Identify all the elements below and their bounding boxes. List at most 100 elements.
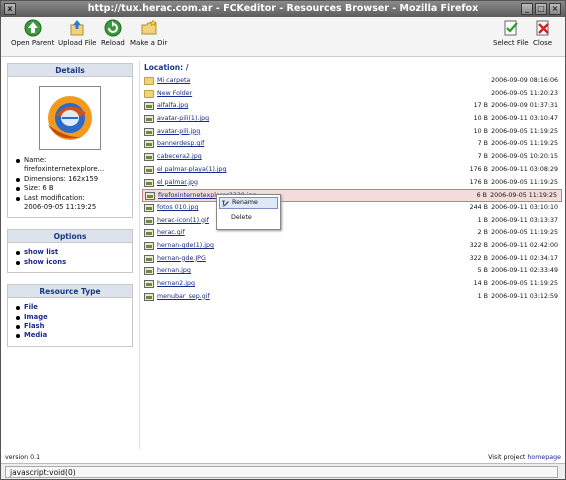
file-name[interactable]: hernan-gde(1).jpg bbox=[157, 242, 214, 249]
resource-type-heading: Resource Type bbox=[8, 285, 132, 299]
file-row[interactable]: fotos 010.jpg 244 B 2006-09-11 03:10:10 bbox=[142, 202, 562, 215]
details-heading: Details bbox=[8, 64, 132, 77]
make-dir-label: Make a Dir bbox=[130, 39, 168, 47]
file-name[interactable]: el palmar-playa(1).jpg bbox=[157, 166, 227, 173]
file-row[interactable]: hernan2.jpg 14 B 2006-09-05 11:19:25 bbox=[142, 278, 562, 291]
reload-icon bbox=[104, 19, 122, 37]
resource-type-media[interactable]: Media bbox=[24, 331, 47, 339]
file-name[interactable]: hernan2.jpg bbox=[157, 280, 195, 287]
file-name[interactable]: New Folder bbox=[157, 90, 192, 97]
file-date: 2006-09-11 02:33:49 bbox=[491, 267, 558, 275]
resource-type-flash[interactable]: Flash bbox=[24, 322, 44, 330]
footer: version 0.1 Visit project homepage bbox=[1, 451, 565, 463]
maximize-icon[interactable]: □ bbox=[535, 3, 547, 15]
sidebar: Details Name: firefoxinternetexplore... bbox=[7, 63, 133, 358]
file-size: 1 B bbox=[477, 216, 488, 224]
visit-project-text: Visit project bbox=[488, 454, 526, 461]
window-close-icon[interactable]: × bbox=[549, 3, 561, 15]
file-size: 10 B bbox=[473, 127, 488, 135]
image-file-icon bbox=[144, 292, 154, 301]
status-text: javascript:void(0) bbox=[5, 466, 558, 478]
file-name[interactable]: avatar-pili.jpg bbox=[157, 128, 200, 135]
file-date: 2006-09-11 03:12:59 bbox=[491, 292, 558, 300]
file-date: 2006-09-11 02:34:17 bbox=[491, 254, 558, 262]
detail-name-value: firefoxinternetexplore... bbox=[24, 165, 105, 174]
file-size: 14 B bbox=[473, 280, 488, 287]
image-file-icon bbox=[144, 203, 154, 212]
file-name[interactable]: hernan-gde.JPG bbox=[157, 255, 206, 262]
browser-window: x http://tux.herac.com.ar - FCKeditor - … bbox=[0, 0, 566, 480]
file-size: 322 B bbox=[469, 241, 488, 249]
rename-menu-item[interactable]: Rename bbox=[219, 197, 278, 209]
file-name[interactable]: herac.gif bbox=[157, 229, 185, 236]
file-row[interactable]: menubar_sep.gif 1 B 2006-09-11 03:12:59 bbox=[142, 291, 562, 304]
file-row[interactable]: alfalfa.jpg 17 B 2006-09-09 01:37:31 bbox=[142, 100, 562, 113]
file-name[interactable]: el palmar.jpg bbox=[157, 179, 198, 186]
file-size: 5 B bbox=[477, 267, 488, 275]
file-name[interactable]: cabecera2.jpg bbox=[157, 153, 202, 160]
image-file-icon bbox=[144, 216, 154, 225]
file-date: 2006-09-05 11:19:25 bbox=[491, 229, 558, 237]
folder-icon bbox=[144, 77, 154, 85]
folder-row[interactable]: Mi carpeta 2006-09-09 08:16:06 bbox=[142, 75, 562, 88]
image-preview bbox=[39, 86, 101, 150]
window-menu-icon[interactable]: x bbox=[4, 3, 16, 15]
show-icons-link[interactable]: show icons bbox=[24, 258, 66, 266]
image-file-icon bbox=[144, 153, 154, 162]
open-parent-button[interactable]: Open Parent bbox=[11, 19, 54, 47]
file-name[interactable]: avatar-pili(1).jpg bbox=[157, 115, 209, 122]
file-name[interactable]: menubar_sep.gif bbox=[157, 293, 210, 300]
file-row[interactable]: cabecera2.jpg 7 B 2006-09-05 10:20:15 bbox=[142, 151, 562, 164]
reload-label: Reload bbox=[101, 39, 125, 47]
file-size: 10 B bbox=[473, 115, 488, 123]
file-row[interactable]: herac-icon(1).gif 1 B 2006-09-11 03:13:37 bbox=[142, 215, 562, 228]
file-name[interactable]: hernan.jpg bbox=[157, 267, 191, 274]
close-label: Close bbox=[533, 39, 553, 47]
file-row[interactable]: hernan.jpg 5 B 2006-09-11 02:33:49 bbox=[142, 265, 562, 278]
file-row[interactable]: avatar-pili.jpg 10 B 2006-09-05 11:19:25 bbox=[142, 126, 562, 139]
reload-button[interactable]: Reload bbox=[101, 19, 125, 47]
make-dir-button[interactable]: Make a Dir bbox=[130, 19, 167, 47]
file-date: 2006-09-05 11:20:23 bbox=[491, 89, 558, 97]
new-folder-icon bbox=[141, 19, 157, 35]
file-row[interactable]: avatar-pili(1).jpg 10 B 2006-09-11 03:10:4… bbox=[142, 113, 562, 126]
file-row[interactable]: hernan-gde(1).jpg 322 B 2006-09-11 02:42:0… bbox=[142, 240, 562, 253]
detail-modified-label: Last modification: bbox=[14, 194, 126, 203]
homepage-link[interactable]: homepage bbox=[527, 454, 561, 461]
resource-type-file[interactable]: File bbox=[24, 303, 38, 311]
close-button[interactable]: Close bbox=[533, 19, 552, 47]
image-file-icon bbox=[144, 267, 154, 276]
upload-file-button[interactable]: Upload File bbox=[58, 19, 96, 47]
delete-label: Delete bbox=[231, 214, 252, 221]
image-file-icon bbox=[144, 102, 154, 111]
folder-row[interactable]: New Folder 2006-09-05 11:20:23 bbox=[142, 88, 562, 101]
file-name[interactable]: herac-icon(1).gif bbox=[157, 217, 209, 224]
file-name[interactable]: fotos 010.jpg bbox=[157, 204, 198, 211]
status-bar: javascript:void(0) bbox=[1, 463, 565, 479]
file-row[interactable]: hernan-gde.JPG 322 B 2006-09-11 02:34:17 bbox=[142, 253, 562, 266]
resource-type-panel: Resource Type File Image Flash Media bbox=[7, 284, 133, 347]
file-row[interactable]: el palmar.jpg 176 B 2006-09-05 11:19:25 bbox=[142, 177, 562, 190]
file-row[interactable]: herac.gif 2 B 2006-09-05 11:19:25 bbox=[142, 227, 562, 240]
image-file-icon bbox=[144, 140, 154, 149]
version-text: version 0.1 bbox=[5, 454, 41, 461]
file-name[interactable]: bannerdesp.gif bbox=[157, 140, 204, 147]
file-row[interactable]: bannerdesp.gif 7 B 2006-09-05 11:19:25 bbox=[142, 138, 562, 151]
select-file-button[interactable]: Select File bbox=[493, 19, 529, 47]
file-size: 176 B bbox=[469, 178, 488, 186]
detail-dimensions: Dimensions: 162x159 bbox=[14, 175, 126, 184]
minimize-icon[interactable]: _ bbox=[521, 3, 533, 15]
file-date: 2006-09-11 03:10:10 bbox=[491, 203, 558, 211]
resource-type-image[interactable]: Image bbox=[24, 313, 48, 321]
file-size: 7 B bbox=[477, 153, 488, 161]
title-bar: x http://tux.herac.com.ar - FCKeditor - … bbox=[1, 1, 565, 17]
file-name[interactable]: alfalfa.jpg bbox=[157, 102, 188, 109]
show-list-link[interactable]: show list bbox=[24, 248, 58, 256]
file-row[interactable]: el palmar-playa(1).jpg 176 B 2006-09-11 03… bbox=[142, 164, 562, 177]
file-size: 6 B bbox=[476, 192, 487, 200]
file-name[interactable]: Mi carpeta bbox=[157, 77, 190, 84]
file-date: 2006-09-09 08:16:06 bbox=[491, 77, 558, 84]
file-browser: Location: / Mi carpeta 2006-09-09 08:16:0… bbox=[139, 61, 563, 449]
delete-menu-item[interactable]: Delete bbox=[217, 211, 280, 225]
file-row[interactable]: firefoxinternetexplorer3330.jpg 6 B 2006-0… bbox=[142, 189, 562, 202]
